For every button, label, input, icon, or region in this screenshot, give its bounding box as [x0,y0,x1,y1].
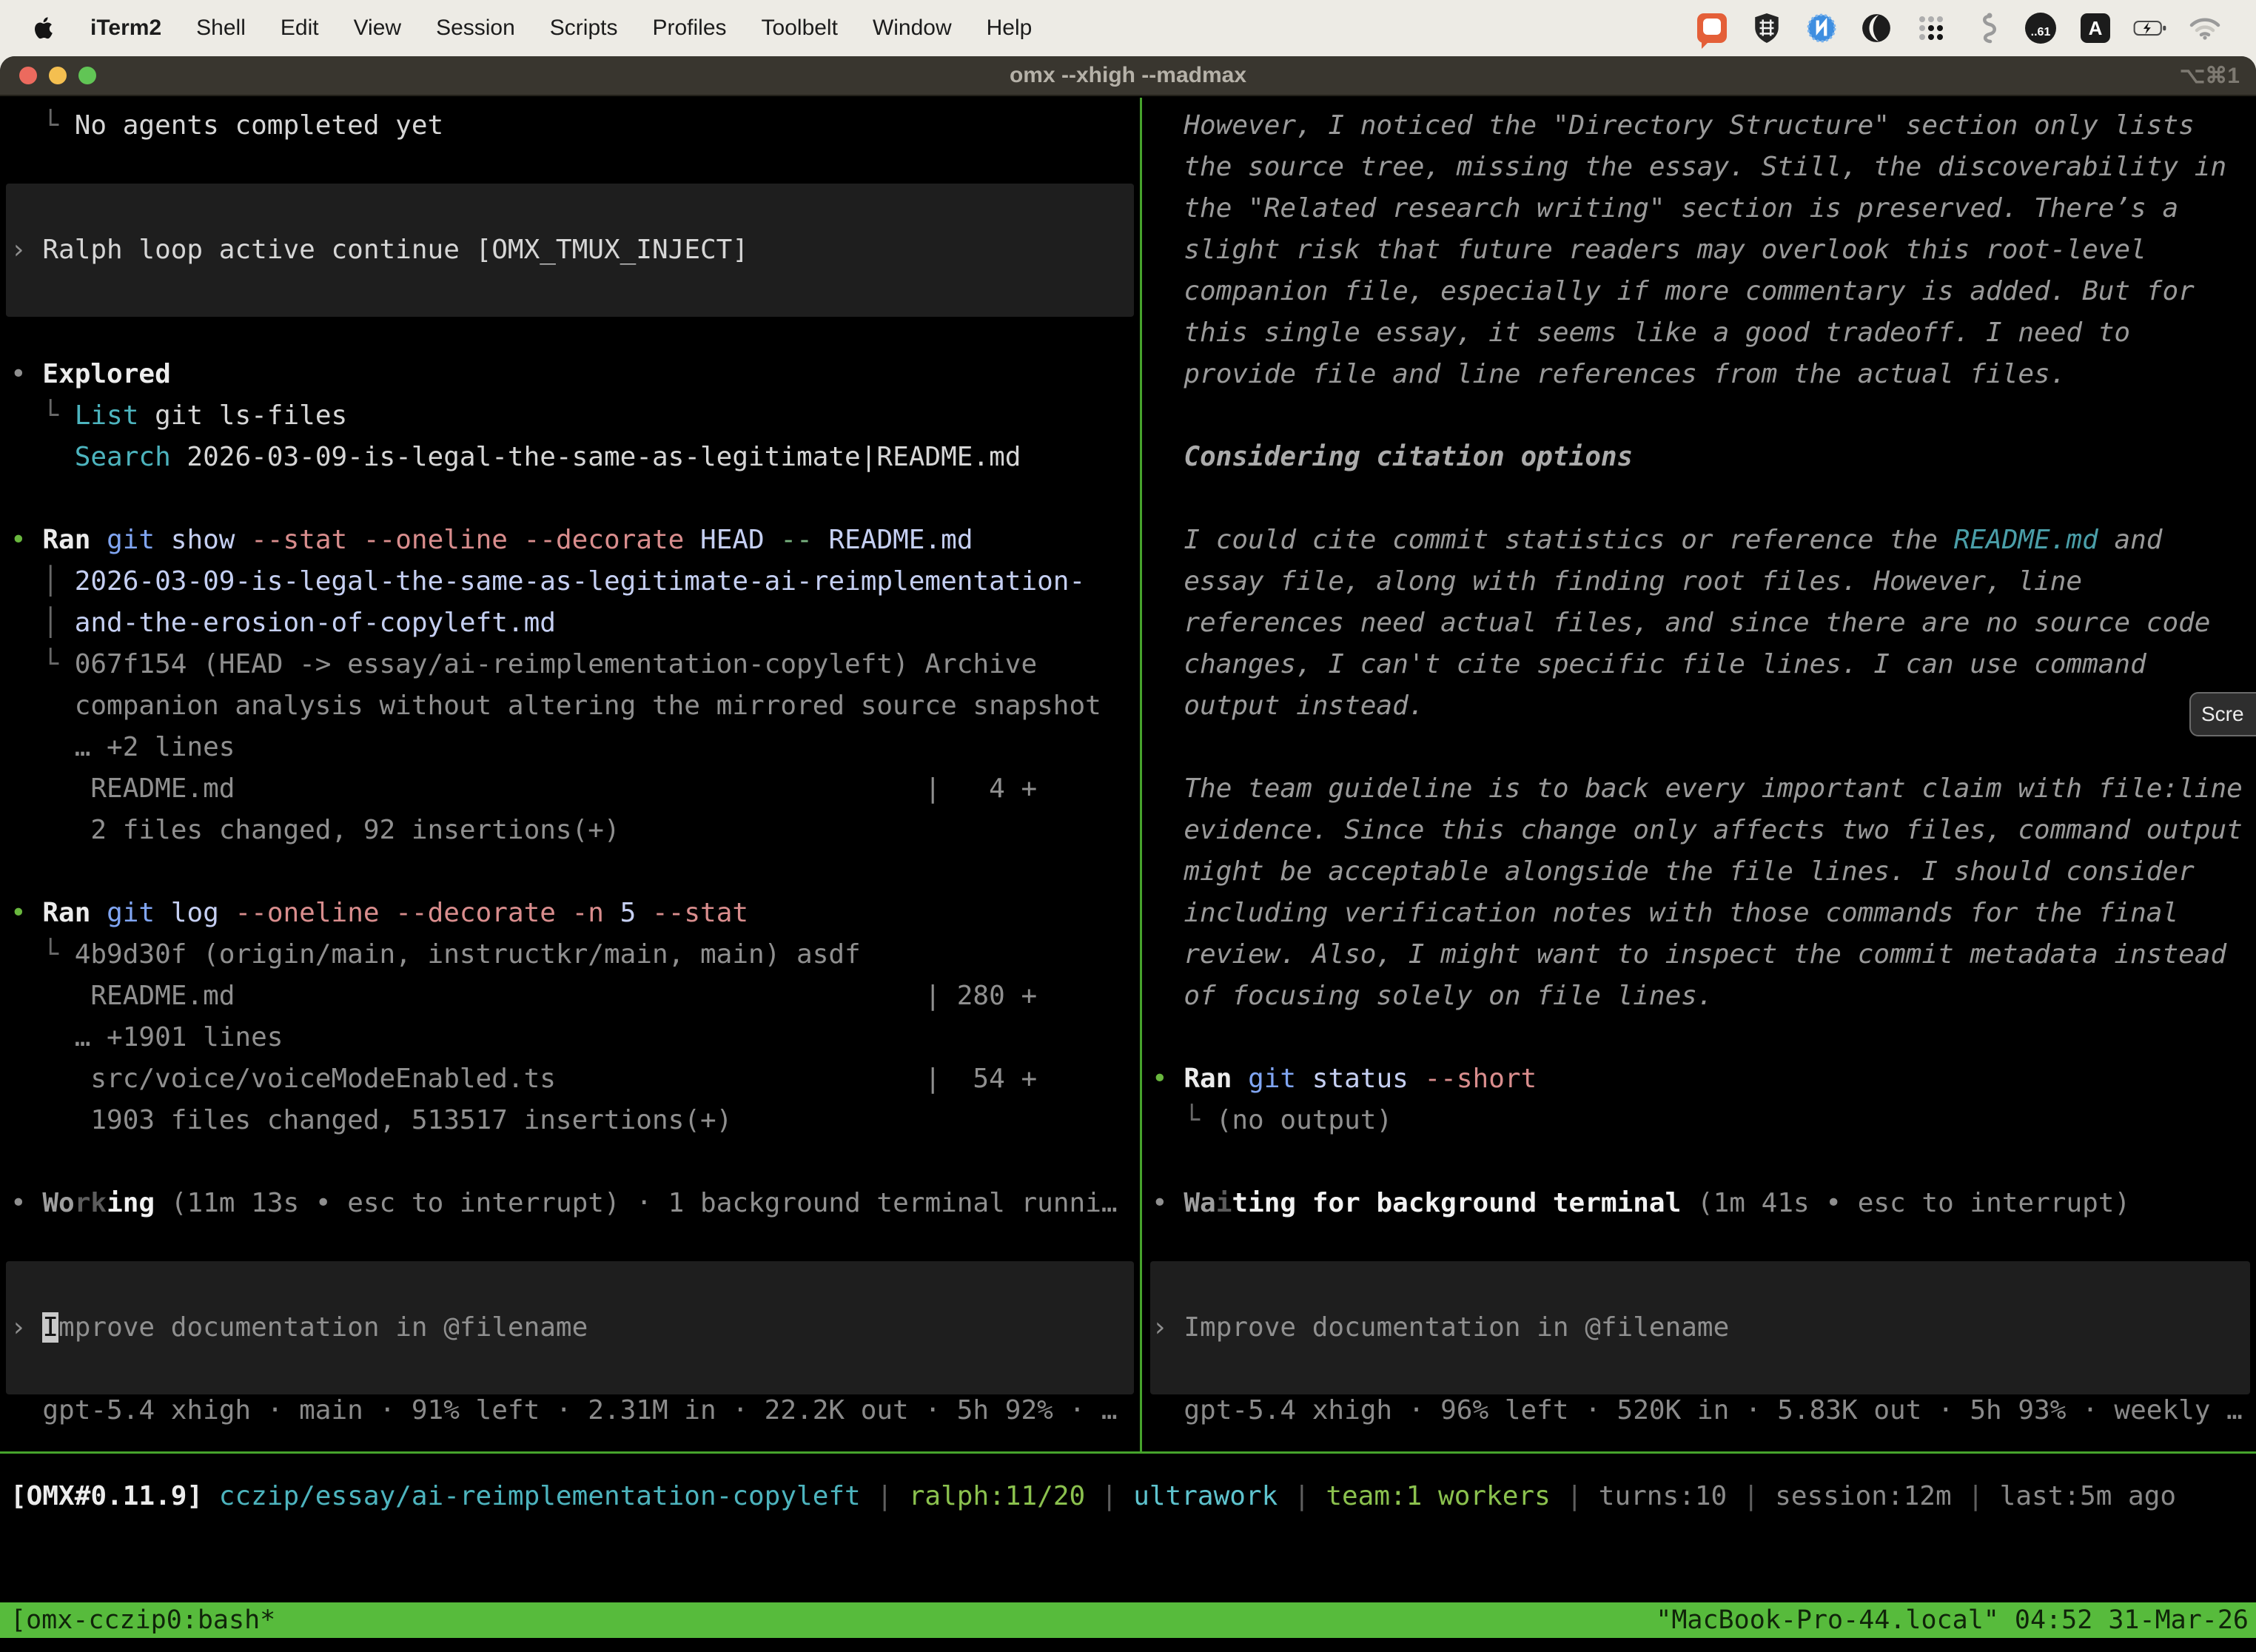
screenshot-chat-icon[interactable] [1695,11,1729,45]
terminal-row: 2 files changed, 92 insertions(+) [0,810,1140,851]
terminal-row: including verification notes with those … [1144,893,2256,934]
zoom-button[interactable] [78,67,96,84]
terminal-pane-right[interactable]: However, I noticed the "Directory Struct… [1144,98,2256,1452]
window-hotkey: ⌥⌘1 [2180,63,2240,89]
tmux-pane-divider-vertical[interactable] [1140,98,1142,1454]
menu-items: iTerm2 Shell Edit View Session Scripts Profile… [90,16,1032,41]
terminal-row: The team guideline is to back every impo… [1144,768,2256,810]
tmux-host-clock-label: "MacBook-Pro-44.local" 04:52 31-Mar-26 [1656,1605,2249,1635]
terminal-row: gpt-5.4 xhigh · 96% left · 520K in · 5.8… [1144,1390,2256,1431]
terminal-row: … +1901 lines [0,1017,1140,1058]
terminal-row: I could cite commit statistics or refere… [1144,520,2256,561]
menu-item-profiles[interactable]: Profiles [652,16,726,41]
menu-item-iterm2[interactable]: iTerm2 [90,16,161,41]
menu-status-icons: ..61 A [1695,11,2222,45]
dots-grid-icon[interactable] [1914,11,1948,45]
terminal-row: • Ran git show --stat --oneline --decora… [0,520,1140,561]
menu-item-toolbelt[interactable]: Toolbelt [762,16,838,41]
terminal-row: └ No agents completed yet [0,105,1140,147]
screen-overlay-badge-label: Scre [2201,702,2244,726]
terminal-row: slight risk that future readers may over… [1144,229,2256,271]
terminal-row: However, I noticed the "Directory Struct… [1144,105,2256,147]
close-button[interactable] [19,67,37,84]
input-source-a-icon[interactable]: A [2078,11,2112,45]
macos-menu-bar: iTerm2 Shell Edit View Session Scripts Profile… [0,0,2256,56]
iterm2-window: omx --xhigh --madmax ⌥⌘1 └ No agents com… [0,56,2256,1652]
terminal-row: output instead. [1144,685,2256,727]
terminal-row: │ and-the-erosion-of-copyleft.md [0,602,1140,644]
menu-item-help[interactable]: Help [987,16,1033,41]
terminal-row: companion file, especially if more comme… [1144,271,2256,312]
tmux-status-bar: [omx-cczip0:bash* "MacBook-Pro-44.local"… [0,1602,2256,1638]
apple-logo-icon[interactable] [31,16,56,41]
tmux-pane-divider-horizontal [0,1451,2256,1454]
terminal-row: └ 067f154 (HEAD -> essay/ai-reimplementa… [0,644,1140,685]
terminal-row: Considering citation options [1144,437,2256,478]
menu-item-edit[interactable]: Edit [281,16,319,41]
blue-bolt-icon[interactable] [1805,11,1839,45]
terminal-row: might be acceptable alongside the file l… [1144,851,2256,893]
percent-61-badge-icon[interactable]: ..61 [2024,11,2058,45]
terminal-row: │ 2026-03-09-is-legal-the-same-as-legiti… [0,561,1140,602]
terminal-row: README.md | 280 + [0,976,1140,1017]
menu-item-scripts[interactable]: Scripts [550,16,618,41]
window-title: omx --xhigh --madmax [0,63,2256,88]
terminal-area: └ No agents completed yet › Ralph loop ac… [0,98,2256,1652]
terminal-row: Search 2026-03-09-is-legal-the-same-as-l… [0,437,1140,478]
terminal-row: • Explored [0,354,1140,395]
terminal-row: └ (no output) [1144,1100,2256,1141]
terminal-row: companion analysis without altering the … [0,685,1140,727]
terminal-pane-left[interactable]: └ No agents completed yet › Ralph loop ac… [0,98,1140,1452]
window-title-bar: omx --xhigh --madmax ⌥⌘1 [0,56,2256,96]
terminal-row: the "Related research writing" section i… [1144,188,2256,229]
menu-item-session[interactable]: Session [436,16,515,41]
terminal-row: this single essay, it seems like a good … [1144,312,2256,354]
terminal-row: • Working (11m 13s • esc to interrupt) ·… [0,1183,1140,1224]
terminal-row: 1903 files changed, 513517 insertions(+) [0,1100,1140,1141]
terminal-row: changes, I can't cite specific file line… [1144,644,2256,685]
shield-grid-icon[interactable] [1750,11,1784,45]
terminal-row: … +2 lines [0,727,1140,768]
menu-item-shell[interactable]: Shell [196,16,246,41]
terminal-row: › Ralph loop active continue [OMX_TMUX_I… [0,229,1140,271]
terminal-row: README.md | 4 + [0,768,1140,810]
traffic-lights [19,67,96,84]
terminal-row: provide file and line references from th… [1144,354,2256,395]
battery-charging-icon[interactable] [2133,11,2167,45]
terminal-row: of focusing solely on file lines. [1144,976,2256,1017]
terminal-row: • Ran git log --oneline --decorate -n 5 … [0,893,1140,934]
terminal-row: src/voice/voiceModeEnabled.ts | 54 + [0,1058,1140,1100]
terminal-row: └ List git ls-files [0,395,1140,437]
minimize-button[interactable] [49,67,67,84]
menu-item-view[interactable]: View [354,16,401,41]
menu-item-window[interactable]: Window [873,16,952,41]
screen-overlay-badge[interactable]: Scre [2189,692,2256,736]
terminal-row: essay file, along with finding root file… [1144,561,2256,602]
snake-icon[interactable] [1969,11,2003,45]
terminal-row: the source tree, missing the essay. Stil… [1144,147,2256,188]
terminal-row: • Waiting for background terminal (1m 41… [1144,1183,2256,1224]
terminal-row: › Improve documentation in @filename [1144,1307,2256,1349]
dark-crescent-icon[interactable] [1859,11,1893,45]
terminal-row: evidence. Since this change only affects… [1144,810,2256,851]
tmux-session-label: [omx-cczip0:bash* [10,1605,275,1635]
terminal-row: └ 4b9d30f (origin/main, instructkr/main,… [0,934,1140,976]
terminal-row: review. Also, I might want to inspect th… [1144,934,2256,976]
terminal-row: › Improve documentation in @filename [0,1307,1140,1349]
terminal-row: gpt-5.4 xhigh · main · 91% left · 2.31M … [0,1390,1140,1431]
omx-status-line: [OMX#0.11.9] cczip/essay/ai-reimplementa… [10,1476,2176,1517]
terminal-row: • Ran git status --short [1144,1058,2256,1100]
terminal-row: references need actual files, and since … [1144,602,2256,644]
wifi-icon[interactable] [2188,11,2222,45]
